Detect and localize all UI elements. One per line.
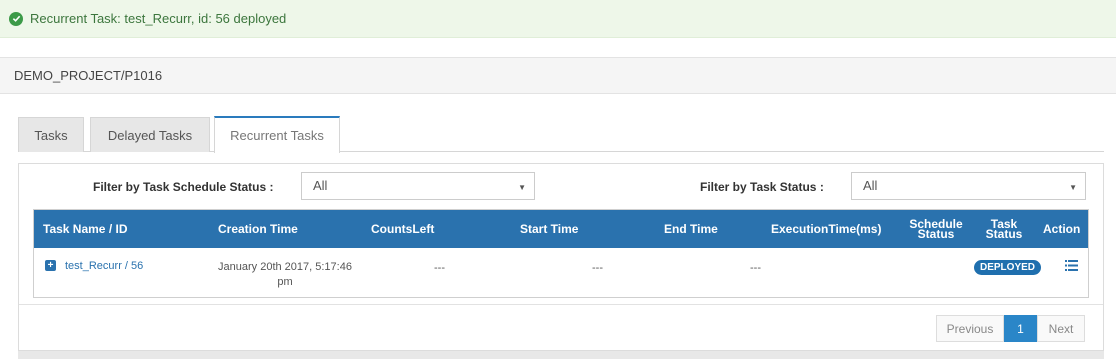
recurrent-tasks-panel: Filter by Task Schedule Status : All ▼ F… (18, 163, 1104, 351)
header-execution-time[interactable]: ExecutionTime(ms) (771, 210, 881, 248)
header-schedule-status[interactable]: Schedule Status (906, 210, 966, 248)
header-start-time[interactable]: Start Time (520, 210, 578, 248)
header-task-status[interactable]: Task Status (979, 210, 1029, 248)
project-path: DEMO_PROJECT/P1016 (14, 68, 163, 83)
expand-row-icon[interactable]: + (45, 260, 56, 271)
start-time-cell: --- (592, 262, 603, 274)
status-badge: DEPLOYED (974, 260, 1042, 275)
task-status-filter-label: Filter by Task Status : (700, 180, 824, 194)
task-name-link[interactable]: test_Recurr / 56 (65, 260, 143, 272)
counts-left-cell: --- (434, 262, 445, 274)
check-circle-icon (9, 11, 23, 26)
success-alert: Recurrent Task: test_Recurr, id: 56 depl… (0, 0, 1116, 38)
end-time-cell: --- (750, 262, 761, 274)
pagination-previous-button[interactable]: Previous (936, 315, 1004, 342)
schedule-status-filter-label: Filter by Task Schedule Status : (93, 180, 274, 194)
divider (19, 304, 1103, 305)
panel-footer-strip (18, 351, 1104, 359)
task-status-select[interactable]: All ▼ (851, 172, 1086, 200)
tab-recurrent-tasks[interactable]: Recurrent Tasks (214, 116, 340, 153)
task-tabs: Tasks Delayed Tasks Recurrent Tasks (18, 116, 1104, 153)
project-breadcrumb: DEMO_PROJECT/P1016 (0, 57, 1116, 94)
pagination-page-1[interactable]: 1 (1004, 315, 1037, 342)
pagination-next-button[interactable]: Next (1037, 315, 1085, 342)
tab-tasks[interactable]: Tasks (18, 117, 84, 152)
tab-delayed-tasks[interactable]: Delayed Tasks (90, 117, 210, 152)
header-creation-time[interactable]: Creation Time (218, 210, 298, 248)
table-header: Task Name / ID Creation Time CountsLeft … (34, 210, 1088, 248)
alert-message: Recurrent Task: test_Recurr, id: 56 depl… (30, 11, 287, 26)
header-counts-left[interactable]: CountsLeft (371, 210, 434, 248)
tasks-table: Task Name / ID Creation Time CountsLeft … (33, 209, 1089, 298)
creation-time-cell: January 20th 2017, 5:17:46 pm (218, 261, 352, 288)
caret-down-icon: ▼ (518, 183, 526, 192)
schedule-status-select[interactable]: All ▼ (301, 172, 535, 200)
header-end-time[interactable]: End Time (664, 210, 718, 248)
header-task-name[interactable]: Task Name / ID (43, 210, 127, 248)
table-row: + test_Recurr / 56 January 20th 2017, 5:… (34, 248, 1088, 296)
header-action: Action (1043, 222, 1081, 236)
caret-down-icon: ▼ (1069, 183, 1077, 192)
list-icon[interactable] (1065, 260, 1078, 274)
